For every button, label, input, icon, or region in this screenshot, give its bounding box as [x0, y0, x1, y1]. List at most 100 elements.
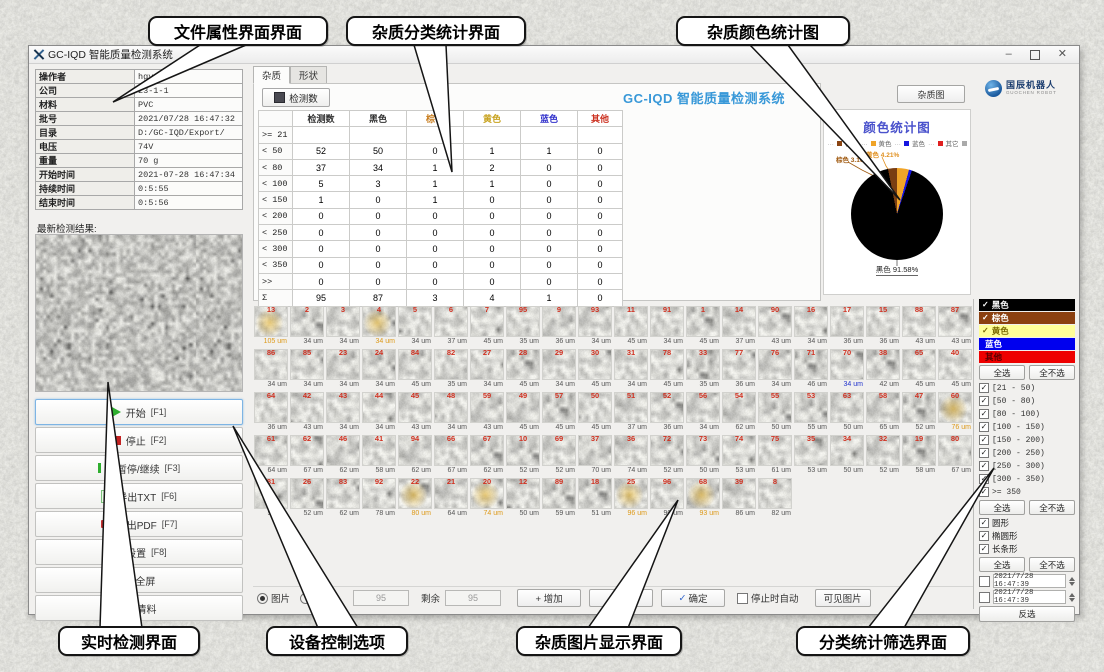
impurity-tile[interactable]: 7736 um — [722, 349, 756, 390]
color-filter-item[interactable]: ✓黄色 — [979, 325, 1075, 337]
impurity-tile[interactable]: 534 um — [398, 306, 432, 347]
control-button[interactable]: 清料 — [35, 595, 243, 621]
impurity-tile[interactable]: 334 um — [326, 306, 360, 347]
impurity-tile[interactable]: 9535 um — [506, 306, 540, 347]
impurity-tile[interactable]: 8150 um — [254, 478, 288, 519]
datetime-field[interactable]: 2021/7/28 16:47:39 — [993, 574, 1066, 588]
impurity-tile[interactable]: 9334 um — [578, 306, 612, 347]
impurity-tile[interactable]: 434 um — [362, 306, 396, 347]
impurity-tile[interactable]: 1736 um — [830, 306, 864, 347]
impurity-tile[interactable]: 9462 um — [398, 435, 432, 476]
impurity-tile[interactable]: 5462 um — [722, 392, 756, 433]
impurity-tile[interactable]: 5355 um — [794, 392, 828, 433]
maximize-button[interactable] — [1030, 50, 1040, 60]
size-range-filter[interactable]: [150 - 200) — [979, 434, 1075, 446]
impurity-tile[interactable]: 8067 um — [938, 435, 972, 476]
size-range-filter[interactable]: [50 - 80) — [979, 395, 1075, 407]
impurity-tile[interactable]: 8534 um — [290, 349, 324, 390]
impurity-tile[interactable]: 4834 um — [434, 392, 468, 433]
size-range-filter[interactable]: [80 - 100) — [979, 408, 1075, 420]
impurity-tile[interactable]: 3252 um — [866, 435, 900, 476]
control-button[interactable]: 开始[F1] — [35, 399, 243, 425]
datetime-filter[interactable]: 2021/7/28 16:47:39 — [979, 590, 1075, 604]
datetime-field[interactable]: 2021/7/28 16:47:39 — [993, 590, 1066, 604]
impurity-tile[interactable]: 7845 um — [650, 349, 684, 390]
confirm-button[interactable]: ✓确定 — [661, 589, 725, 607]
impurity-tile[interactable]: 1250 um — [506, 478, 540, 519]
impurity-tile[interactable]: 8843 um — [902, 306, 936, 347]
impurity-tile[interactable]: 2074 um — [470, 478, 504, 519]
impurity-tile[interactable]: 3045 um — [578, 349, 612, 390]
remove-button[interactable]: - 删除 — [589, 589, 653, 607]
impurity-tile[interactable]: 5745 um — [542, 392, 576, 433]
impurity-tile[interactable]: 3450 um — [830, 435, 864, 476]
impurity-tile[interactable]: 9690 um — [650, 478, 684, 519]
impurity-tile[interactable]: 8362 um — [326, 478, 360, 519]
impurity-tile[interactable]: 9043 um — [758, 306, 792, 347]
impurity-tile[interactable]: 1634 um — [794, 306, 828, 347]
control-button[interactable]: 导出TXT[F6] — [35, 483, 243, 509]
select-all-button[interactable]: 全选 — [979, 557, 1025, 572]
impurity-tile[interactable]: 5236 um — [650, 392, 684, 433]
close-button[interactable]: ✕ — [1058, 49, 1067, 60]
impurity-tile[interactable]: 3553 um — [794, 435, 828, 476]
impurity-tile[interactable]: 4752 um — [902, 392, 936, 433]
color-filter-item[interactable]: 其他 — [979, 351, 1075, 363]
impurity-tile[interactable]: 4945 um — [506, 392, 540, 433]
impurity-tile[interactable]: 936 um — [542, 306, 576, 347]
size-range-filter[interactable]: [300 - 350) — [979, 473, 1075, 485]
control-button[interactable]: ◇全屏 — [35, 567, 243, 593]
impurity-tile[interactable]: 637 um — [434, 306, 468, 347]
impurity-tile[interactable]: 2652 um — [290, 478, 324, 519]
shape-filter[interactable]: 圆形 — [979, 517, 1075, 529]
impurity-tile[interactable]: 13105 um — [254, 306, 288, 347]
impurity-tile[interactable]: 8743 um — [938, 306, 972, 347]
impurity-tile[interactable]: 1145 um — [614, 306, 648, 347]
impurity-tile[interactable]: 9134 um — [650, 306, 684, 347]
impurity-tile[interactable]: 2845 um — [506, 349, 540, 390]
impurity-tile[interactable]: 4543 um — [398, 392, 432, 433]
impurity-tile[interactable]: 7634 um — [758, 349, 792, 390]
impurity-tile[interactable]: 3842 um — [866, 349, 900, 390]
impurity-tile[interactable]: 7146 um — [794, 349, 828, 390]
select-none-button[interactable]: 全不选 — [1029, 365, 1075, 380]
impurity-tile[interactable]: 2434 um — [362, 349, 396, 390]
size-range-filter[interactable]: >= 350 — [979, 486, 1075, 498]
tab-impurity[interactable]: 杂质 — [253, 66, 290, 84]
impurity-tile[interactable]: 6762 um — [470, 435, 504, 476]
impurity-tile[interactable]: 6436 um — [254, 392, 288, 433]
impurity-tile[interactable]: 6545 um — [902, 349, 936, 390]
auto-stop-checkbox[interactable] — [737, 593, 748, 604]
minimize-button[interactable]: – — [1006, 49, 1012, 60]
impurity-chart-button[interactable]: 杂质图 — [897, 85, 965, 103]
impurity-tile[interactable]: 1851 um — [578, 478, 612, 519]
impurity-tile[interactable]: 4045 um — [938, 349, 972, 390]
impurity-tile[interactable]: 7034 um — [830, 349, 864, 390]
detect-count-button[interactable]: 检测数 — [262, 88, 330, 107]
impurity-tile[interactable]: 234 um — [290, 306, 324, 347]
impurity-tile[interactable]: 3134 um — [614, 349, 648, 390]
impurity-tile[interactable]: 745 um — [470, 306, 504, 347]
impurity-tile[interactable]: 1536 um — [866, 306, 900, 347]
size-range-filter[interactable]: [250 - 300) — [979, 460, 1075, 472]
impurity-tile[interactable]: 6076 um — [938, 392, 972, 433]
impurity-tile[interactable]: 6952 um — [542, 435, 576, 476]
impurity-tile[interactable]: 6893 um — [686, 478, 720, 519]
impurity-tile[interactable]: 4334 um — [326, 392, 360, 433]
impurity-tile[interactable]: 5943 um — [470, 392, 504, 433]
impurity-tile[interactable]: 7252 um — [650, 435, 684, 476]
impurity-tile[interactable]: 3770 um — [578, 435, 612, 476]
impurity-tile[interactable]: 7561 um — [758, 435, 792, 476]
visible-pictures-button[interactable]: 可见图片 — [815, 589, 871, 607]
impurity-tile[interactable]: 8445 um — [398, 349, 432, 390]
shape-filter[interactable]: 长条形 — [979, 543, 1075, 555]
impurity-tile[interactable]: 2934 um — [542, 349, 576, 390]
datetime-filter[interactable]: 2021/7/28 16:47:39 — [979, 574, 1075, 588]
impurity-tile[interactable]: 3986 um — [722, 478, 756, 519]
control-button[interactable]: 暂停/继续[F3] — [35, 455, 243, 481]
impurity-tile[interactable]: 2734 um — [470, 349, 504, 390]
impurity-tile[interactable]: 8634 um — [254, 349, 288, 390]
select-none-button[interactable]: 全不选 — [1029, 500, 1075, 515]
size-range-filter[interactable]: [200 - 250) — [979, 447, 1075, 459]
impurity-tile[interactable]: 1437 um — [722, 306, 756, 347]
